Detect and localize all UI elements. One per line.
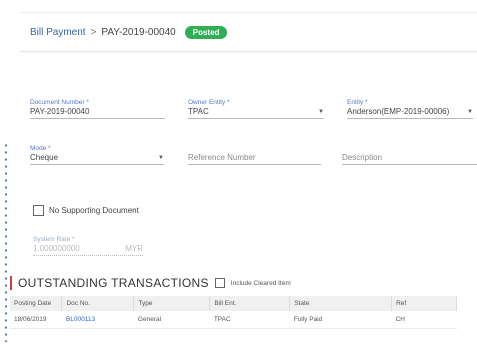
entity-value: Anderson(EMP-2019-00006) bbox=[347, 107, 450, 116]
column-header[interactable]: Posting Date bbox=[10, 296, 63, 311]
no-supporting-document-row[interactable]: No Supporting Document bbox=[33, 205, 139, 216]
document-number-input[interactable]: PAY-2019-00040 bbox=[30, 106, 165, 119]
no-supporting-document-label: No Supporting Document bbox=[49, 206, 139, 215]
column-header[interactable]: Ref bbox=[391, 296, 457, 311]
section-title: OUTSTANDING TRANSACTIONS bbox=[18, 276, 209, 290]
transactions-table: Posting Date Doc No. Type Bill Ent. Stat… bbox=[10, 296, 457, 329]
section-marker bbox=[10, 276, 12, 290]
breadcrumb-parent-link[interactable]: Bill Payment bbox=[30, 27, 86, 38]
chevron-down-icon: ▼ bbox=[318, 109, 324, 115]
chevron-down-icon: ▼ bbox=[467, 109, 473, 115]
entity-field[interactable]: Entity * Anderson(EMP-2019-00006) ▼ bbox=[347, 99, 473, 119]
breadcrumb: Bill Payment > PAY-2019-00040 Posted bbox=[30, 26, 228, 39]
owner-entity-field[interactable]: Owner Entity * TPAC ▼ bbox=[188, 99, 324, 119]
include-cleared-label: Include Cleared Item bbox=[230, 279, 291, 287]
system-rate-value: 1.000000000 bbox=[33, 244, 80, 253]
include-cleared-checkbox[interactable] bbox=[214, 278, 225, 288]
description-field[interactable]: Description bbox=[342, 152, 477, 165]
document-number-label: Document Number * bbox=[30, 99, 89, 106]
column-header[interactable]: State bbox=[289, 296, 393, 311]
page-edge-dots bbox=[4, 142, 8, 342]
column-header[interactable]: Type bbox=[133, 296, 211, 311]
cell-bill-entity: TPAC bbox=[209, 311, 290, 329]
column-header[interactable]: Doc No. bbox=[61, 296, 135, 311]
cell-posting-date: 18/06/2019 bbox=[10, 311, 62, 329]
cell-state: Fully Paid bbox=[289, 311, 392, 329]
cell-ref: CH bbox=[391, 311, 457, 329]
mode-select[interactable]: Cheque ▼ bbox=[30, 152, 164, 165]
owner-entity-label: Owner Entity * bbox=[188, 99, 230, 106]
table-row[interactable]: 18/06/2019 BL000113 General TPAC Fully P… bbox=[10, 311, 457, 329]
mode-field[interactable]: Mode * Cheque ▼ bbox=[30, 145, 164, 165]
mode-label: Mode * bbox=[30, 145, 51, 152]
owner-entity-select[interactable]: TPAC ▼ bbox=[188, 106, 324, 119]
column-header[interactable]: Bill Ent. bbox=[209, 296, 291, 311]
entity-label: Entity * bbox=[347, 99, 368, 106]
header-bar: Bill Payment > PAY-2019-00040 Posted bbox=[20, 12, 477, 52]
owner-entity-value: TPAC bbox=[188, 107, 209, 116]
system-rate-unit: MYR bbox=[125, 244, 143, 253]
system-rate-label: System Rate * bbox=[33, 236, 75, 243]
entity-select[interactable]: Anderson(EMP-2019-00006) ▼ bbox=[347, 106, 473, 119]
breadcrumb-current: PAY-2019-00040 bbox=[101, 27, 176, 38]
cell-type: General bbox=[133, 311, 210, 329]
system-rate-field: System Rate * 1.000000000 MYR bbox=[33, 236, 143, 256]
no-supporting-document-checkbox[interactable] bbox=[33, 205, 44, 216]
reference-number-field[interactable]: Reference Number bbox=[188, 152, 321, 165]
status-badge: Posted bbox=[184, 26, 228, 39]
document-number-value: PAY-2019-00040 bbox=[30, 107, 90, 116]
document-number-field[interactable]: Document Number * PAY-2019-00040 bbox=[30, 99, 165, 119]
system-rate-input: 1.000000000 MYR bbox=[33, 243, 143, 256]
chevron-down-icon: ▼ bbox=[158, 155, 164, 161]
breadcrumb-separator: > bbox=[90, 27, 97, 38]
cell-doc-no-link[interactable]: BL000113 bbox=[61, 311, 134, 329]
table-header-row: Posting Date Doc No. Type Bill Ent. Stat… bbox=[10, 296, 457, 311]
description-input[interactable]: Description bbox=[342, 152, 477, 165]
outstanding-transactions-header: OUTSTANDING TRANSACTIONS Include Cleared… bbox=[10, 276, 291, 290]
reference-number-input[interactable]: Reference Number bbox=[188, 152, 321, 165]
mode-value: Cheque bbox=[30, 153, 59, 162]
